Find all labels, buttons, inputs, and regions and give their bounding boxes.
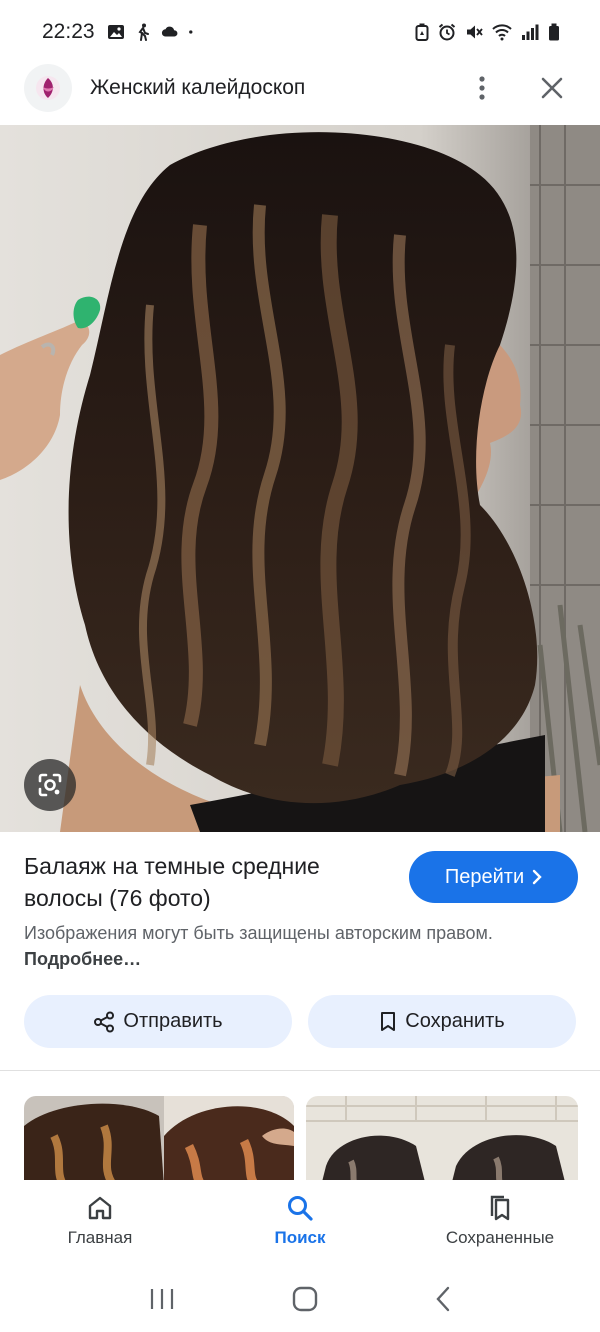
system-nav — [0, 1270, 600, 1332]
related-photo-1 — [24, 1096, 294, 1186]
divider — [0, 1070, 600, 1071]
home-icon — [88, 1196, 112, 1220]
status-right-icons — [415, 23, 560, 41]
visit-button[interactable]: Перейти — [409, 851, 578, 903]
nav-search[interactable]: Поиск — [200, 1180, 400, 1270]
bottom-nav: Главная Поиск Сохраненные — [0, 1180, 600, 1270]
related-photo-2 — [306, 1096, 578, 1186]
top-bar: Женский калейдоскоп — [0, 58, 600, 118]
main-image[interactable] — [0, 125, 600, 832]
recents-icon — [150, 1288, 173, 1309]
close-icon — [541, 77, 563, 99]
home-system-button[interactable] — [292, 1286, 318, 1317]
result-title[interactable]: Балаяж на темные средние волосы (76 фото… — [24, 850, 384, 914]
save-button-label: Сохранить — [405, 1010, 505, 1032]
copyright-notice: Изображения могут быть защищены авторски… — [24, 920, 544, 972]
back-button[interactable] — [435, 1286, 451, 1317]
save-button[interactable]: Сохранить — [308, 995, 576, 1048]
signal-icon — [522, 24, 539, 40]
more-link[interactable]: Подробнее… — [24, 949, 141, 969]
more-button[interactable] — [462, 68, 502, 108]
site-logo — [24, 64, 72, 112]
search-icon — [288, 1196, 313, 1221]
share-button[interactable]: Отправить — [24, 995, 292, 1048]
alarm-icon — [438, 23, 456, 41]
nav-search-label: Поиск — [274, 1228, 326, 1247]
lens-button[interactable] — [24, 759, 76, 811]
site-title: Женский калейдоскоп — [90, 76, 306, 99]
related-image-1[interactable] — [24, 1096, 294, 1186]
share-button-label: Отправить — [123, 1010, 223, 1032]
more-vert-icon — [479, 76, 485, 100]
nav-home[interactable]: Главная — [0, 1180, 200, 1270]
wifi-icon — [492, 24, 512, 41]
recents-button[interactable] — [149, 1287, 175, 1316]
chevron-right-icon — [532, 869, 542, 885]
gallery-icon — [107, 25, 124, 39]
home-circle-icon — [292, 1286, 318, 1311]
cloud-icon — [161, 26, 177, 37]
status-time: 22:23 — [42, 20, 95, 43]
kaleidoscope-logo-icon — [36, 76, 60, 100]
bookmark-icon — [381, 1011, 396, 1031]
mute-icon — [467, 25, 483, 39]
copyright-text: Изображения могут быть защищены авторски… — [24, 923, 493, 943]
hair-photo — [0, 125, 600, 832]
close-button[interactable] — [532, 68, 572, 108]
battery-saver-icon — [415, 23, 429, 41]
related-image-2[interactable] — [306, 1096, 578, 1186]
bookmarks-icon — [490, 1195, 510, 1221]
nav-saved[interactable]: Сохраненные — [400, 1180, 600, 1270]
back-icon — [436, 1286, 450, 1311]
battery-icon — [549, 23, 559, 41]
dot-icon — [188, 30, 193, 34]
status-left-icons — [107, 23, 198, 41]
status-bar: 22:23 — [0, 0, 600, 64]
walk-icon — [138, 23, 149, 41]
share-icon — [94, 1011, 115, 1032]
lens-icon — [38, 773, 62, 797]
visit-button-label: Перейти — [444, 865, 525, 888]
nav-saved-label: Сохраненные — [445, 1228, 555, 1247]
result-info: Балаяж на темные средние волосы (76 фото… — [0, 832, 600, 1072]
nav-home-label: Главная — [67, 1228, 133, 1247]
